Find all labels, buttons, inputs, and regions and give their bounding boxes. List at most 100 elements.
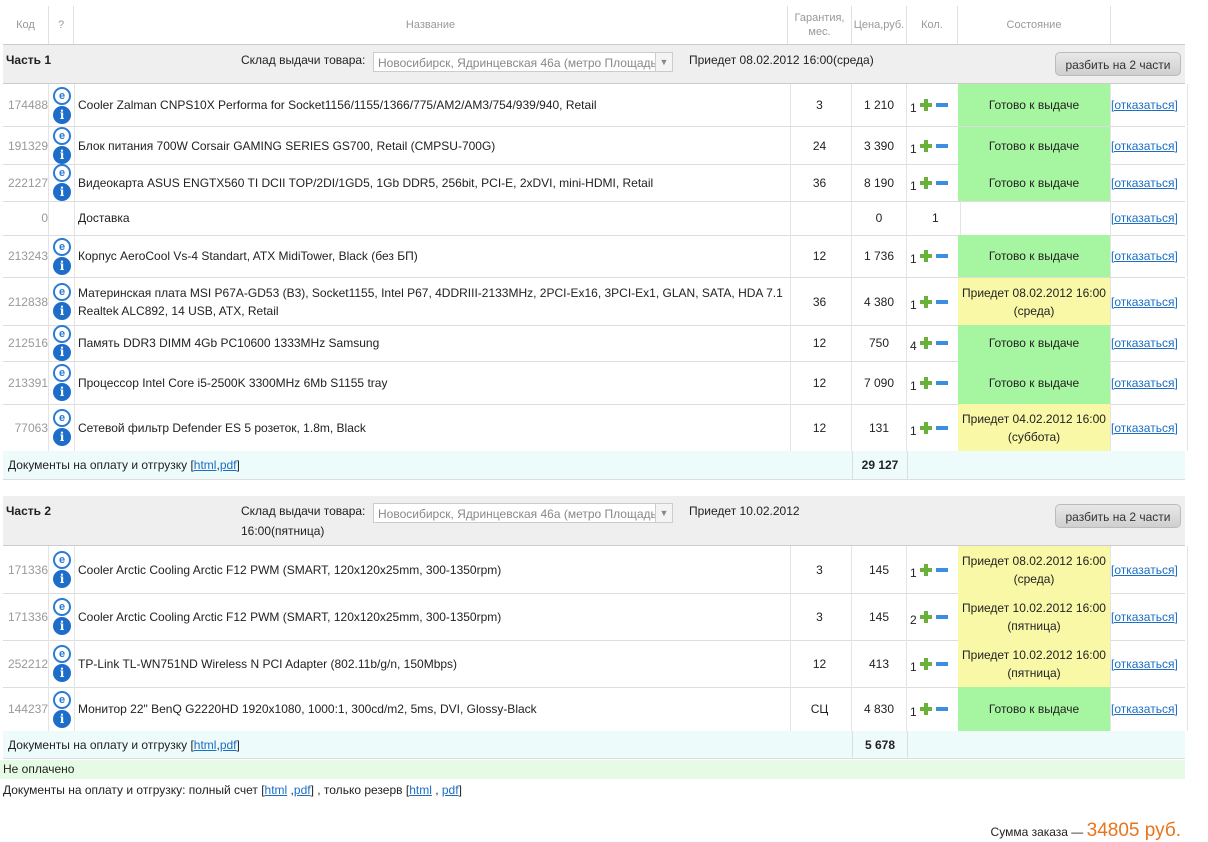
ie-logo-icon[interactable]: e xyxy=(53,164,71,182)
ie-logo-icon[interactable]: e xyxy=(53,690,71,709)
cancel-cell: [отказаться] xyxy=(1111,687,1188,731)
col-code: Код xyxy=(3,6,49,44)
part2-header: Часть 2 Склад выдачи товара: Новосибирск… xyxy=(3,496,1185,546)
part1-docs-html-link[interactable]: html xyxy=(194,458,217,472)
part2-arrive-time: 16:00(пятница) xyxy=(241,524,325,538)
info-icon[interactable]: i xyxy=(53,302,71,320)
ie-logo-icon[interactable]: e xyxy=(53,283,71,301)
ie-logo-icon[interactable]: e xyxy=(53,551,71,569)
info-icon[interactable]: i xyxy=(53,383,71,401)
ie-logo-icon[interactable]: e xyxy=(53,409,71,427)
minus-icon[interactable] xyxy=(935,254,948,258)
plus-icon[interactable] xyxy=(919,610,932,623)
part1-title: Часть 1 xyxy=(6,53,52,67)
minus-icon[interactable] xyxy=(935,425,948,430)
plus-icon[interactable] xyxy=(919,295,932,308)
part2-docs-pdf-link[interactable]: pdf xyxy=(220,738,237,752)
cancel-link[interactable]: [отказаться] xyxy=(1111,610,1178,624)
ie-logo-icon[interactable]: e xyxy=(53,645,71,663)
item-warranty: 36 xyxy=(788,278,852,325)
part1-docs-pdf-link[interactable]: pdf xyxy=(220,458,237,472)
minus-icon[interactable] xyxy=(935,143,948,148)
cancel-link[interactable]: [отказаться] xyxy=(1111,336,1178,350)
plus-icon[interactable] xyxy=(919,376,932,389)
item-code: 252212 xyxy=(3,640,49,687)
minus-icon[interactable] xyxy=(935,103,948,107)
item-warranty: СЦ xyxy=(788,687,852,731)
table-row: 212516 e i Память DDR3 DIMM 4Gb PC10600 … xyxy=(3,325,1188,362)
item-icons: e i xyxy=(50,84,75,126)
cancel-link[interactable]: [отказаться] xyxy=(1111,139,1178,153)
cancel-link[interactable]: [отказаться] xyxy=(1111,702,1178,716)
part1-split-button[interactable]: разбить на 2 части xyxy=(1055,52,1181,76)
cancel-link[interactable]: [отказаться] xyxy=(1111,176,1178,190)
minus-icon[interactable] xyxy=(935,614,948,619)
reserve-pdf-link[interactable]: pdf xyxy=(442,783,459,797)
cancel-link[interactable]: [отказаться] xyxy=(1111,421,1178,435)
info-icon[interactable]: i xyxy=(53,428,71,446)
table-row: 171336 e i Cooler Arctic Cooling Arctic … xyxy=(3,546,1188,594)
cancel-cell: [отказаться] xyxy=(1111,164,1188,201)
full-invoice-pdf-link[interactable]: pdf xyxy=(294,783,311,797)
minus-icon[interactable] xyxy=(935,707,948,711)
minus-icon[interactable] xyxy=(935,661,948,666)
item-name: Процессор Intel Core i5-2500K 3300MHz 6M… xyxy=(75,361,791,404)
info-icon[interactable]: i xyxy=(53,146,71,164)
col-name: Название xyxy=(74,6,788,44)
info-icon[interactable]: i xyxy=(53,183,71,201)
part2-split-button[interactable]: разбить на 2 части xyxy=(1055,504,1181,528)
item-icons: e i xyxy=(50,687,75,731)
plus-icon[interactable] xyxy=(919,657,932,670)
full-invoice-html-link[interactable]: html xyxy=(265,783,288,797)
minus-icon[interactable] xyxy=(935,341,948,345)
part1-warehouse-value: Новосибирск, Ядринцевская 46а (метро Пло… xyxy=(378,56,657,70)
minus-icon[interactable] xyxy=(935,299,948,304)
ie-logo-icon[interactable]: e xyxy=(53,127,71,145)
cancel-link[interactable]: [отказаться] xyxy=(1111,376,1178,390)
ie-logo-icon[interactable]: e xyxy=(53,598,71,616)
cancel-link[interactable]: [отказаться] xyxy=(1111,98,1178,112)
info-icon[interactable]: i xyxy=(53,105,71,124)
item-code: 171336 xyxy=(3,593,49,640)
item-warranty: 3 xyxy=(788,84,852,126)
ie-logo-icon[interactable]: e xyxy=(53,325,71,343)
part1-warehouse-select[interactable]: Новосибирск, Ядринцевская 46а (метро Пло… xyxy=(373,52,673,72)
item-icons: e i xyxy=(50,593,75,640)
ie-logo-icon[interactable]: e xyxy=(53,237,71,256)
plus-icon[interactable] xyxy=(919,99,932,111)
plus-icon[interactable] xyxy=(919,176,932,189)
plus-icon[interactable] xyxy=(919,421,932,434)
plus-icon[interactable] xyxy=(919,337,932,349)
qty-value: 1 xyxy=(910,178,917,193)
order-total-value: 34805 руб. xyxy=(1086,820,1181,841)
cancel-link[interactable]: [отказаться] xyxy=(1111,211,1178,225)
item-price: 1 210 xyxy=(852,84,907,126)
part2-warehouse-select[interactable]: Новосибирск, Ядринцевская 46а (метро Пло… xyxy=(373,503,673,523)
table-row: 212838 e i Материнская плата MSI P67A-GD… xyxy=(3,278,1188,326)
cancel-link[interactable]: [отказаться] xyxy=(1111,563,1178,577)
cancel-link[interactable]: [отказаться] xyxy=(1111,657,1178,671)
plus-icon[interactable] xyxy=(919,139,932,152)
minus-icon[interactable] xyxy=(935,180,948,185)
reserve-html-link[interactable]: html xyxy=(409,783,432,797)
info-icon[interactable]: i xyxy=(53,256,71,275)
part1-docs-text: Документы на оплату и отгрузку [ html , … xyxy=(8,458,240,472)
plus-icon[interactable] xyxy=(919,703,932,715)
cancel-link[interactable]: [отказаться] xyxy=(1111,249,1178,263)
info-icon[interactable]: i xyxy=(53,709,71,728)
item-name: Cooler Zalman CNPS10X Performa for Socke… xyxy=(75,84,791,126)
table-row: 144237 e i Монитор 22" BenQ G2220HD 1920… xyxy=(3,687,1188,732)
info-icon[interactable]: i xyxy=(53,570,71,588)
ie-logo-icon[interactable]: e xyxy=(53,364,71,382)
cancel-link[interactable]: [отказаться] xyxy=(1111,295,1178,309)
plus-icon[interactable] xyxy=(919,250,932,262)
part2-docs-html-link[interactable]: html xyxy=(194,738,217,752)
minus-icon[interactable] xyxy=(935,567,948,572)
order-docs: Документы на оплату и отгрузку: полный с… xyxy=(3,783,462,797)
minus-icon[interactable] xyxy=(935,380,948,385)
info-icon[interactable]: i xyxy=(53,617,71,635)
plus-icon[interactable] xyxy=(919,563,932,576)
ie-logo-icon[interactable]: e xyxy=(53,86,71,105)
info-icon[interactable]: i xyxy=(53,343,71,361)
info-icon[interactable]: i xyxy=(53,664,71,682)
